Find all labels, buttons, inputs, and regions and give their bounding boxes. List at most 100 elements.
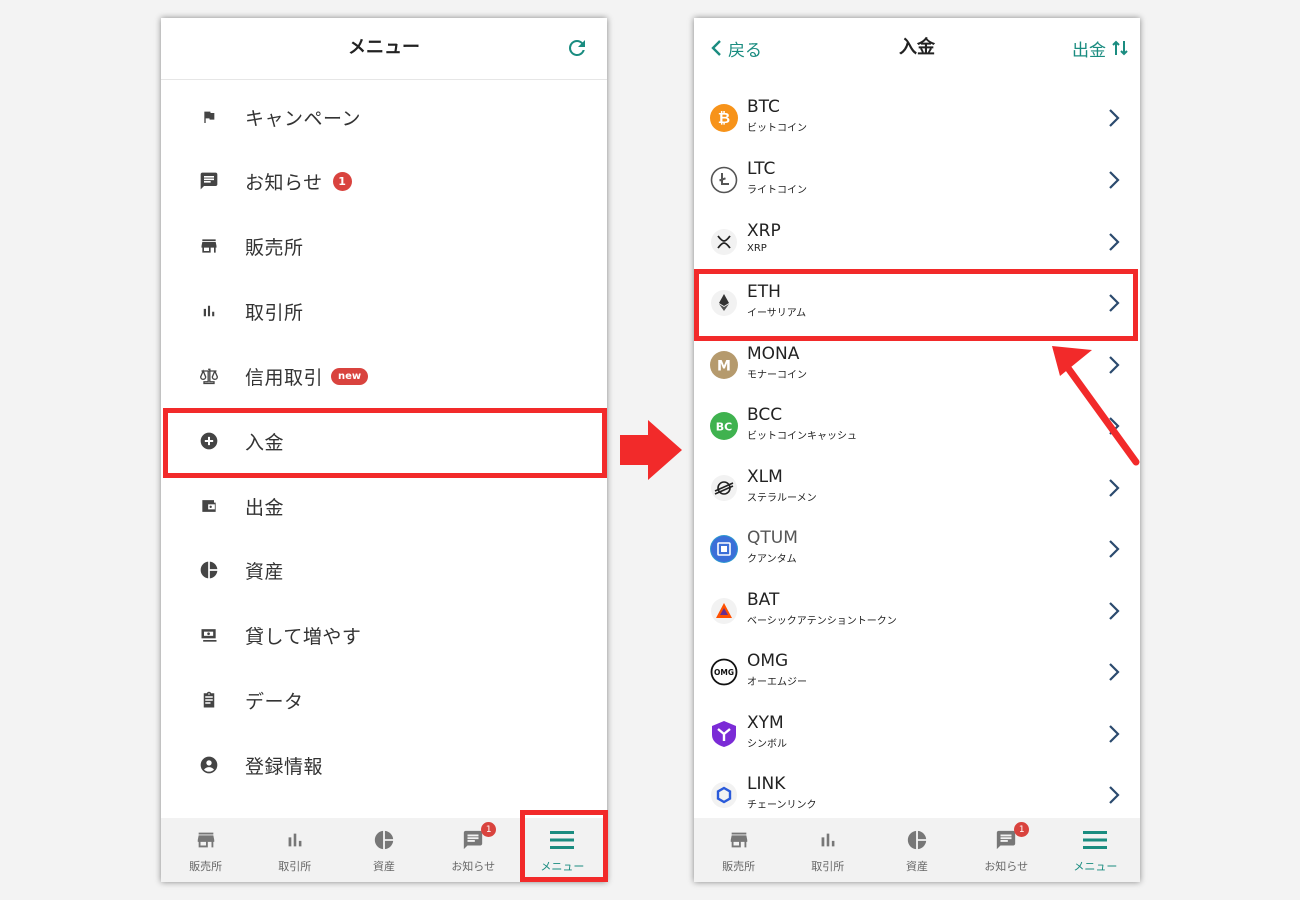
menu-item-lending[interactable]: 貸して増やす	[161, 603, 607, 667]
menu-item-news[interactable]: お知らせ 1	[161, 149, 607, 213]
menu-item-label: 信用取引	[245, 366, 324, 389]
notification-badge: 1	[332, 171, 352, 191]
tab-menu[interactable]: メニュー	[1051, 818, 1140, 882]
coin-symbol: LTC	[747, 159, 776, 179]
tab-exchange[interactable]: 取引所	[783, 818, 872, 882]
highlight-deposit-menu	[163, 408, 607, 478]
coin-symbol: MONA	[747, 344, 800, 364]
notification-badge: 1	[481, 822, 497, 837]
back-label: 戻る	[728, 40, 762, 61]
svg-text:BC: BC	[716, 421, 732, 434]
coin-symbol: BAT	[747, 590, 780, 610]
tab-assets[interactable]: 資産	[872, 818, 961, 882]
highlight-menu-tab	[520, 810, 608, 882]
chevron-right-icon	[1109, 109, 1120, 127]
pie-chart-icon	[371, 828, 397, 852]
cash-icon	[198, 624, 220, 646]
mona-icon: M	[710, 351, 738, 379]
tab-label: 資産	[373, 860, 395, 873]
store-icon	[198, 235, 220, 257]
new-badge: new	[331, 367, 369, 385]
store-icon	[726, 828, 752, 852]
coin-symbol: QTUM	[747, 528, 798, 548]
tab-news[interactable]: 1 お知らせ	[962, 818, 1051, 882]
chevron-left-icon	[711, 40, 721, 56]
arrow-right-icon	[620, 420, 682, 480]
coin-name: クアンタム	[747, 554, 797, 565]
back-button[interactable]: 戻る	[710, 36, 762, 61]
coin-row-bat[interactable]: BAT ベーシックアテンショントークン	[694, 581, 1140, 642]
chevron-right-icon	[1109, 171, 1120, 189]
coin-row-xym[interactable]: XYM シンボル	[694, 704, 1140, 765]
tab-label: お知らせ	[984, 860, 1029, 873]
coin-row-btc[interactable]: ₿ BTC ビットコイン	[694, 88, 1140, 149]
coin-row-omg[interactable]: OMG OMG オーエムジー	[694, 642, 1140, 703]
withdraw-label: 出金	[1072, 40, 1106, 61]
tab-label: 取引所	[278, 860, 312, 873]
menu-item-campaign[interactable]: キャンペーン	[161, 85, 607, 149]
tab-exchange[interactable]: 取引所	[250, 818, 339, 882]
message-icon: 1	[460, 822, 497, 852]
tab-label: 販売所	[722, 860, 756, 873]
message-icon: 1	[993, 822, 1030, 852]
menu-item-margin[interactable]: 信用取引 new	[161, 344, 607, 408]
flag-icon	[198, 106, 220, 128]
coin-name: チェーンリンク	[747, 800, 817, 811]
coin-name: XRP	[747, 243, 767, 254]
tab-store[interactable]: 販売所	[694, 818, 783, 882]
qtum-icon	[710, 535, 738, 563]
coin-symbol: BCC	[747, 405, 783, 425]
clipboard-icon	[198, 689, 220, 711]
chevron-right-icon	[1109, 786, 1120, 804]
menu-item-label: 出金	[245, 496, 285, 519]
coin-row-link[interactable]: LINK チェーンリンク	[694, 765, 1140, 826]
coin-row-qtum[interactable]: QTUM クアンタム	[694, 519, 1140, 580]
menu-item-exchange[interactable]: 取引所	[161, 279, 607, 343]
bat-icon	[710, 597, 738, 625]
chevron-right-icon	[1109, 233, 1120, 251]
link-icon	[710, 781, 738, 809]
coin-name: ステラルーメン	[747, 493, 817, 504]
chevron-right-icon	[1109, 479, 1120, 497]
xrp-icon	[710, 228, 738, 256]
bottom-tab-bar: 販売所 取引所 資産 1 お知らせ メニュー	[694, 818, 1140, 882]
arrow-up-left-icon	[1052, 346, 1140, 466]
svg-text:M: M	[717, 359, 731, 375]
menu-item-label: お知らせ	[245, 171, 323, 194]
xlm-icon	[710, 474, 738, 502]
tab-label: メニュー	[1073, 860, 1118, 873]
highlight-eth-row	[694, 269, 1138, 341]
tab-news[interactable]: 1 お知らせ	[429, 818, 518, 882]
tab-label: 販売所	[189, 860, 223, 873]
menu-item-assets[interactable]: 資産	[161, 538, 607, 602]
menu-item-store[interactable]: 販売所	[161, 214, 607, 278]
coin-row-ltc[interactable]: LTC ライトコイン	[694, 150, 1140, 211]
menu-item-account[interactable]: 登録情報	[161, 733, 607, 797]
btc-icon: ₿	[710, 104, 738, 132]
ltc-icon	[710, 166, 738, 194]
message-icon	[198, 170, 220, 192]
tab-assets[interactable]: 資産	[339, 818, 428, 882]
swap-icon	[1112, 40, 1128, 56]
coin-symbol: XLM	[747, 467, 783, 487]
menu-item-data[interactable]: データ	[161, 668, 607, 732]
bar-chart-icon	[282, 828, 308, 852]
menu-item-label: 登録情報	[245, 755, 324, 778]
coin-name: ライトコイン	[747, 185, 807, 196]
xym-icon	[710, 720, 738, 748]
menu-icon	[1082, 828, 1108, 852]
menu-item-label: データ	[245, 690, 304, 713]
menu-header: メニュー	[161, 18, 607, 80]
refresh-icon[interactable]	[565, 36, 589, 60]
coin-symbol: OMG	[747, 651, 789, 671]
bcc-icon: BC	[710, 412, 738, 440]
withdraw-button[interactable]: 出金	[1072, 36, 1128, 61]
chevron-right-icon	[1109, 540, 1120, 558]
bar-chart-icon	[815, 828, 841, 852]
coin-row-xrp[interactable]: XRP XRP	[694, 212, 1140, 273]
coin-symbol: XRP	[747, 221, 781, 241]
menu-item-withdraw[interactable]: 出金	[161, 474, 607, 538]
wallet-icon	[198, 495, 220, 517]
tab-store[interactable]: 販売所	[161, 818, 250, 882]
pie-chart-icon	[904, 828, 930, 852]
